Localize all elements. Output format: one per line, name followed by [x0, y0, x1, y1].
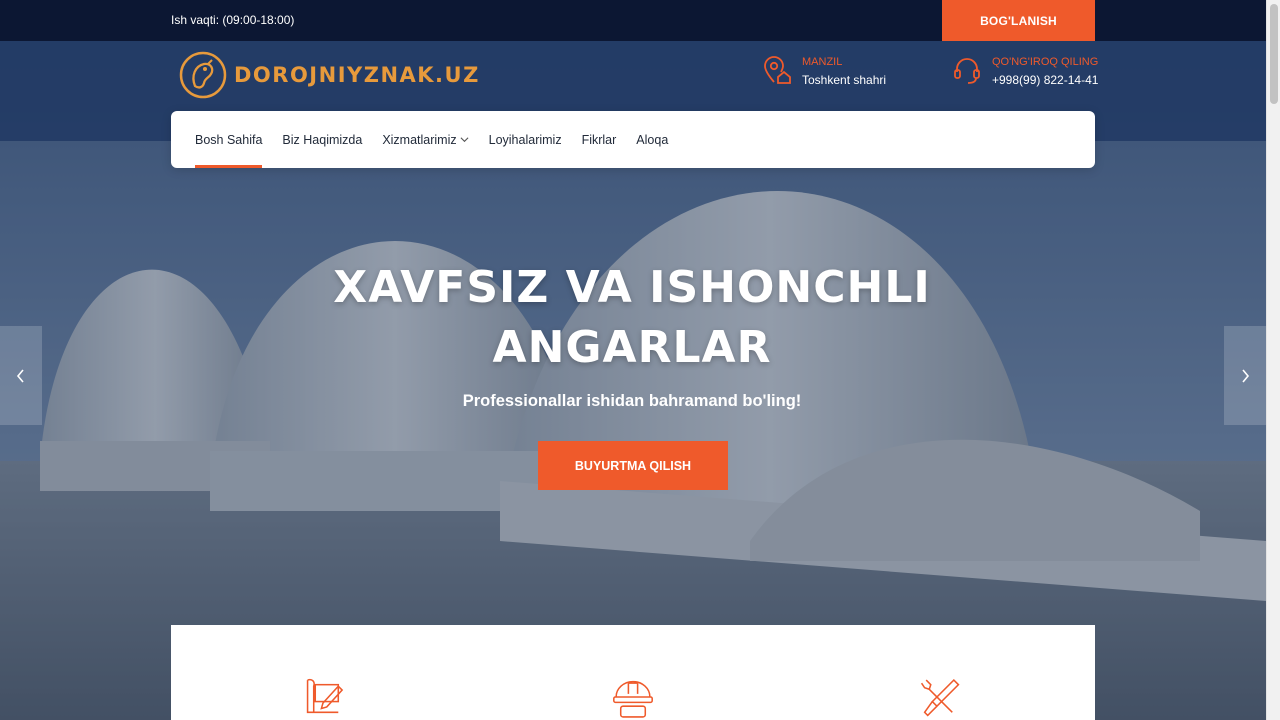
contact-button[interactable]: BOG'LANISH	[942, 0, 1095, 41]
scrollbar-thumb[interactable]	[1270, 4, 1278, 104]
chevron-left-icon	[16, 368, 24, 383]
main-nav: Bosh Sahifa Biz Haqimizda Xizmatlarimiz …	[171, 111, 1095, 168]
nav-item-label: Biz Haqimizda	[282, 132, 363, 147]
nav-item-label: Xizmatlarimiz	[382, 132, 457, 147]
wrench-screwdriver-icon	[920, 678, 960, 717]
nav-item-label: Fikrlar	[581, 132, 617, 147]
nav-item-label: Bosh Sahifa	[195, 132, 263, 147]
owl-logo-icon	[179, 51, 227, 99]
nav-item-home[interactable]: Bosh Sahifa	[195, 111, 263, 168]
location-home-icon	[764, 56, 791, 84]
chevron-right-icon	[1242, 368, 1250, 383]
chevron-down-icon	[460, 137, 469, 143]
nav-item-projects[interactable]: Loyihalarimiz	[489, 111, 562, 168]
nav-item-about[interactable]: Biz Haqimizda	[282, 111, 362, 168]
hero-title: XAVFSIZ VA ISHONCHLI ANGARLAR	[290, 258, 974, 378]
nav-item-reviews[interactable]: Fikrlar	[582, 111, 617, 168]
slider-next-button[interactable]	[1224, 326, 1266, 425]
nav-item-label: Loyihalarimiz	[488, 132, 562, 147]
nav-item-contact[interactable]: Aloqa	[636, 111, 668, 168]
hero-subtitle: Professionallar ishidan bahramand bo'lin…	[462, 392, 802, 410]
site-logo[interactable]: DOROJNIYZNAK.UZ	[178, 49, 480, 101]
phone-label: QO'NG'IROQ QILING	[992, 56, 1099, 68]
hero-title-line1: XAVFSIZ VA ISHONCHLI	[333, 262, 931, 313]
working-hours: Ish vaqti: (09:00-18:00)	[171, 13, 295, 27]
nav-item-label: Aloqa	[636, 132, 669, 147]
address-label: MANZIL	[802, 56, 843, 68]
page-scrollbar[interactable]	[1266, 0, 1280, 720]
blueprint-pencil-icon	[306, 678, 344, 714]
hard-hat-icon	[613, 680, 653, 718]
address-info: MANZIL Toshkent shahri	[762, 55, 886, 89]
phone-number[interactable]: +998(99) 822-14-41	[992, 71, 1098, 89]
phone-info: QO'NG'IROQ QILING +998(99) 822-14-41	[952, 55, 1098, 89]
address-value: Toshkent shahri	[802, 73, 887, 87]
order-button[interactable]: BUYURTMA QILISH	[538, 441, 728, 490]
headset-icon	[954, 58, 980, 84]
top-bar: Ish vaqti: (09:00-18:00) BOG'LANISH	[0, 0, 1266, 41]
hero-title-line2: ANGARLAR	[492, 322, 772, 373]
nav-item-services[interactable]: Xizmatlarimiz	[382, 111, 469, 168]
features-section	[171, 625, 1095, 720]
slider-prev-button[interactable]	[0, 326, 42, 425]
logo-text: DOROJNIYZNAK.UZ	[234, 63, 480, 87]
